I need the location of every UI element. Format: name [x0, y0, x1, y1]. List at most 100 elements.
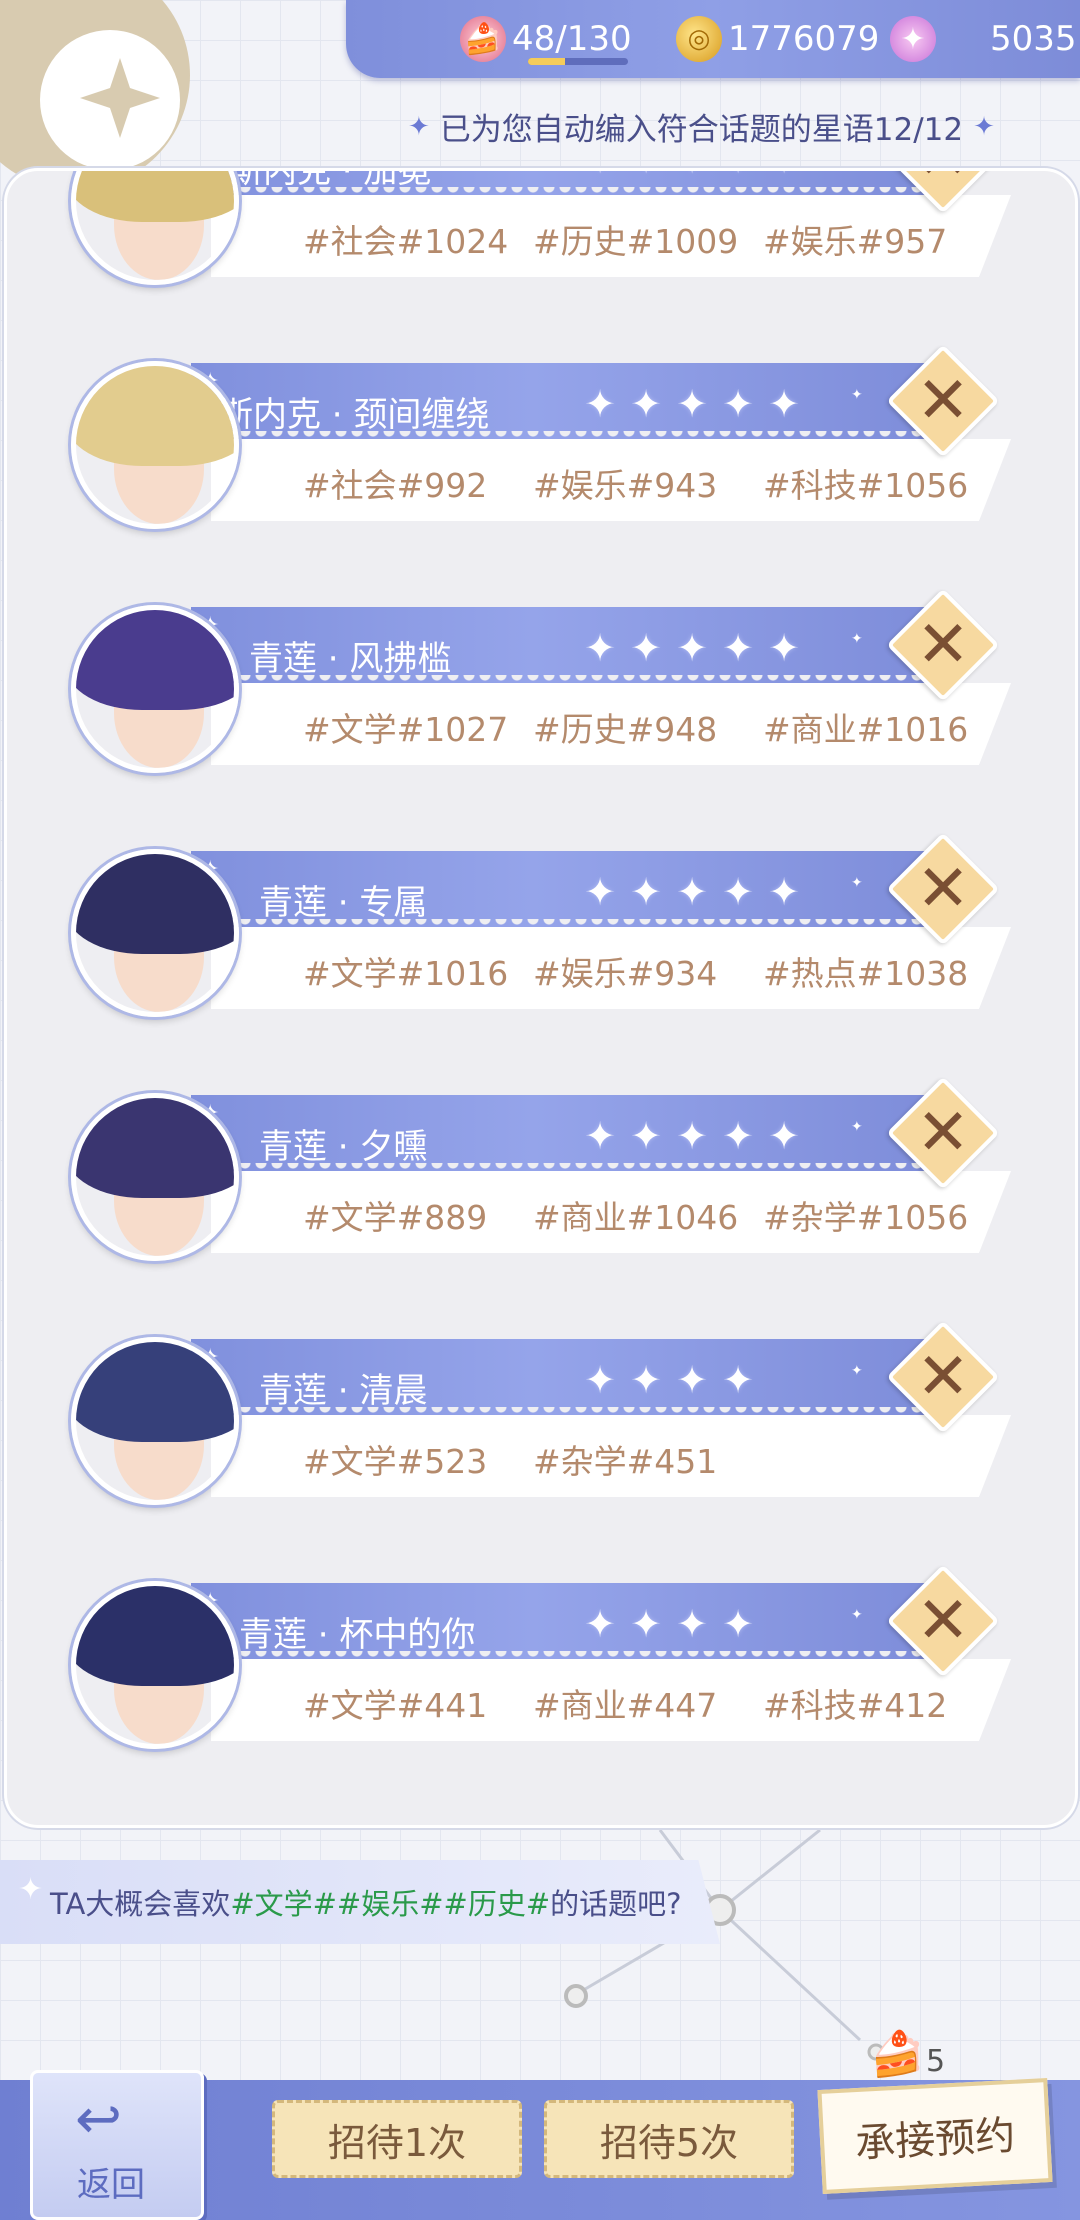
sparkle-star-icon: ✦ — [676, 382, 708, 426]
card-name: 斯内克 · 加冕 — [229, 168, 432, 191]
sparkle-icon: ✦ — [851, 1119, 863, 1135]
topic-tag: #历史#1009 — [533, 222, 739, 261]
receive-once-button[interactable]: 招待1次 — [272, 2100, 522, 2178]
sparkle-star-icon: ✦ — [630, 1602, 662, 1646]
star-card[interactable]: ✦ ✦ 青莲 · 专属 ✦ ✦ ✦ ✦ ✦ #文学#1016 #娱乐#934 #热点#103… — [71, 832, 1021, 1033]
hint-topic-3: #历史# — [443, 1887, 551, 1921]
topic-tag: #社会#1024 — [303, 222, 509, 261]
gem-value: 5035 — [990, 19, 1077, 59]
card-name: 青莲 · 杯中的你 — [239, 1615, 476, 1655]
sparkle-icon: ✦ — [851, 1607, 863, 1623]
topic-tag: #热点#1038 — [763, 954, 969, 993]
sparkle-star-icon: ✦ — [768, 870, 800, 914]
sparkle-star-icon: ✦ — [584, 1602, 616, 1646]
sparkle-star-icon: ✦ — [630, 870, 662, 914]
star-card[interactable]: ✦ ✦ 青莲 · 夕曛 ✦ ✦ ✦ ✦ ✦ #文学#889 #商业#1046 #杂学#105… — [71, 1076, 1021, 1277]
star-rating: ✦ ✦ ✦ ✦ ✦ — [581, 1117, 803, 1155]
close-icon: ✕ — [916, 1584, 970, 1658]
topic-tags-row: #文学#1016 #娱乐#934 #热点#1038 — [211, 927, 1011, 1009]
card-name: 青莲 · 清晨 — [259, 1371, 428, 1411]
topic-tags-row: #文学#441 #商业#447 #科技#412 — [211, 1659, 1011, 1741]
sparkle-star-icon: ✦ — [722, 1114, 754, 1158]
topic-tag: #娱乐#943 — [533, 466, 718, 505]
avatar — [71, 1581, 239, 1749]
receive-five-label: 招待5次 — [599, 2120, 739, 2165]
topic-tag: #杂学#451 — [533, 1442, 718, 1481]
auto-note-text: 已为您自动编入符合话题的星语12/12 — [439, 112, 964, 148]
star-card[interactable]: ✦ ✦ 青莲 · 清晨 ✦ ✦ ✦ ✦ #文学#523 #杂学#451 ✕ — [71, 1320, 1021, 1521]
auto-note: ✦ 已为您自动编入符合话题的星语12/12 ✦ — [408, 104, 1028, 149]
sparkle-icon: ✦ — [851, 875, 863, 891]
sparkle-star-icon: ✦ — [676, 1114, 708, 1158]
sparkle-star-icon: ✦ — [676, 870, 708, 914]
topic-tag: #娱乐#934 — [533, 954, 718, 993]
stamina-counter[interactable]: 🍰 48/130 — [460, 14, 632, 65]
sparkle-star-icon: ✦ — [768, 1114, 800, 1158]
return-arrow-icon: ↩ — [75, 2087, 122, 2152]
topic-tag: #文学#1027 — [303, 710, 509, 749]
topic-tags-row: #社会#1024 #历史#1009 #娱乐#957 — [211, 195, 1011, 277]
sparkle-star-icon: ✦ — [584, 1358, 616, 1402]
sparkle-star-icon: ✦ — [673, 171, 711, 179]
card-list-panel[interactable]: ✦ ✦ 斯内克 · 加冕 ✦ ✦ ✦ ✦ ✦ #社会#1024 #历史#1009 #娱乐#9… — [4, 168, 1078, 1828]
star-rating: ✦ ✦ ✦ ✦ ✦ — [581, 873, 803, 911]
topic-tag: #文学#889 — [303, 1198, 488, 1237]
star-rating: ✦ ✦ ✦ ✦ ✦ — [581, 385, 803, 423]
star-card[interactable]: ✦ ✦ 斯内克 · 颈间缠绕 ✦ ✦ ✦ ✦ ✦ #社会#992 #娱乐#943 #科技#1… — [71, 344, 1021, 545]
card-title-band: ✦ ✦ 青莲 · 清晨 ✦ ✦ ✦ ✦ — [191, 1339, 951, 1417]
close-icon: ✕ — [907, 171, 979, 194]
avatar — [71, 849, 239, 1017]
card-title-band: ✦ ✦ 斯内克 · 颈间缠绕 ✦ ✦ ✦ ✦ ✦ — [191, 363, 951, 441]
avatar — [71, 361, 239, 529]
card-title-band: ✦ ✦ 斯内克 · 加冕 ✦ ✦ ✦ ✦ ✦ — [191, 168, 951, 197]
star-card[interactable]: ✦ ✦ 青莲 · 风拂槛 ✦ ✦ ✦ ✦ ✦ #文学#1027 #历史#948 #商业#10… — [71, 588, 1021, 789]
star-card[interactable]: ✦ ✦ 青莲 · 杯中的你 ✦ ✦ ✦ ✦ #文学#441 #商业#447 #科技#412… — [71, 1564, 1021, 1765]
star-rating: ✦ ✦ ✦ ✦ — [581, 1605, 757, 1643]
avatar-hair — [76, 1586, 234, 1686]
star-card[interactable]: ✦ ✦ 斯内克 · 加冕 ✦ ✦ ✦ ✦ ✦ #社会#1024 #历史#1009 #娱乐#9… — [71, 168, 1021, 301]
receive-once-label: 招待1次 — [327, 2120, 467, 2165]
card-name: 青莲 · 风拂槛 — [249, 639, 452, 679]
sparkle-star-icon: ✦ — [630, 1358, 662, 1402]
sparkle-icon: ✦ — [408, 111, 430, 142]
sparkle-star-icon: ✦ — [627, 171, 665, 179]
topic-tag: #历史#948 — [533, 710, 718, 749]
hint-topic-2: #娱乐# — [336, 1887, 444, 1921]
topic-tag: #科技#412 — [763, 1686, 948, 1725]
topic-tag: #文学#1016 — [303, 954, 509, 993]
accept-reservation-button[interactable]: 承接预约 — [817, 2078, 1053, 2194]
avatar — [71, 605, 239, 773]
topic-tag: #娱乐#957 — [763, 222, 948, 261]
back-label: 返回 — [77, 2165, 145, 2205]
accept-label: 承接预约 — [854, 2112, 1017, 2168]
sparkle-star-icon: ✦ — [765, 171, 803, 179]
sparkle-star-icon: ✦ — [768, 382, 800, 426]
coin-counter[interactable]: ◎ 1776079 — [676, 14, 879, 64]
topic-tag: #商业#447 — [533, 1686, 718, 1725]
preference-hint: ✦ TA大概会喜欢 #文学# #娱乐# #历史# 的话题吧? — [0, 1860, 720, 1944]
avatar-hair — [76, 1098, 234, 1198]
topic-tag: #商业#1046 — [533, 1198, 739, 1237]
card-name: 斯内克 · 颈间缠绕 — [219, 395, 490, 435]
avatar-hair — [76, 1342, 234, 1442]
avatar-hair — [76, 171, 234, 222]
sparkle-star-icon: ✦ — [722, 1602, 754, 1646]
topic-tag: #文学#441 — [303, 1686, 488, 1725]
gem-counter[interactable]: ✦ 5035 — [890, 14, 1077, 64]
close-icon: ✕ — [916, 364, 970, 438]
sparkle-icon: ✦ — [851, 1363, 863, 1379]
topic-tags-row: #文学#1027 #历史#948 #商业#1016 — [211, 683, 1011, 765]
stamina-bar — [528, 58, 628, 65]
avatar-hair — [76, 610, 234, 710]
sparkle-star-icon: ✦ — [630, 1114, 662, 1158]
star-rating: ✦ ✦ ✦ ✦ ✦ — [581, 629, 803, 667]
sparkle-icon: ✦ — [18, 1872, 44, 1907]
sparkle-star-icon: ✦ — [722, 382, 754, 426]
topic-tag: #社会#992 — [303, 466, 488, 505]
receive-five-button[interactable]: 招待5次 — [544, 2100, 794, 2178]
sparkle-star-icon: ✦ — [719, 171, 757, 179]
back-button[interactable]: ↩ 返回 — [30, 2070, 204, 2220]
cake-count: 5 — [926, 2044, 946, 2079]
sparkle-star-icon: ✦ — [722, 870, 754, 914]
topic-tag: #文学#523 — [303, 1442, 488, 1481]
